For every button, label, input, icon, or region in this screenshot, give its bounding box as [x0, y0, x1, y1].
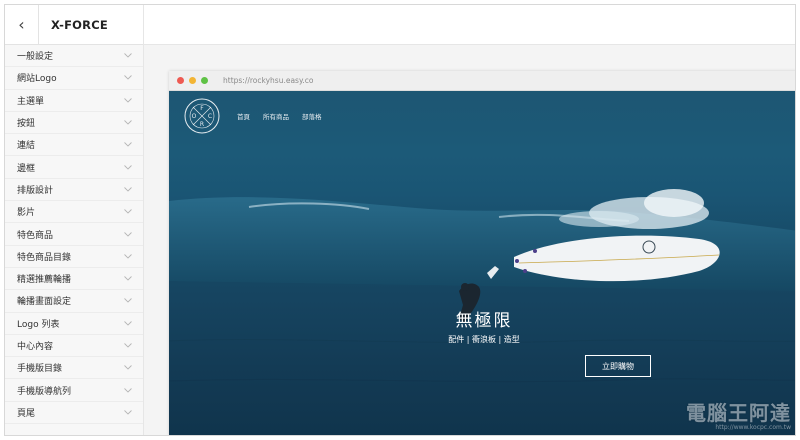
sidebar-item[interactable]: 邊框	[5, 156, 143, 179]
sidebar-item-label: 網站Logo	[17, 74, 57, 85]
nav-link-all-products[interactable]: 所有商品	[263, 111, 289, 121]
app-window: ‹ X-FORCE 一般設定網站Logo 主選單按鈕連結邊框排版設計影片特色商品特…	[4, 4, 796, 436]
site-navigation: F O C R 首頁 所有商品 部落格	[183, 97, 335, 135]
sidebar-item-label: 中心內容	[17, 342, 54, 352]
sidebar-item[interactable]: 按鈕	[5, 112, 143, 135]
chevron-down-icon	[123, 73, 133, 83]
sidebar-item-label: 特色商品	[17, 230, 54, 241]
chevron-down-icon	[123, 385, 133, 395]
sidebar-item-label: 一般設定	[17, 52, 54, 63]
sidebar-item[interactable]: 輪播畫面設定	[5, 290, 143, 313]
brand-logo-icon[interactable]: F O C R	[183, 97, 221, 135]
chevron-down-icon	[123, 296, 133, 306]
sidebar-item-label: 排版設計	[17, 185, 54, 196]
sidebar-item-label: 按鈕	[17, 119, 36, 130]
sidebar-item[interactable]: 排版設計	[5, 179, 143, 202]
svg-text:F: F	[200, 105, 204, 112]
hero-title: 無極限	[455, 311, 513, 331]
chevron-down-icon	[123, 274, 133, 284]
watermark-url: http://www.kocpc.com.tw	[715, 424, 791, 431]
chevron-down-icon	[123, 318, 133, 328]
sidebar-item-label: 連結	[17, 141, 36, 152]
site-preview: F O C R 首頁 所有商品 部落格 無極限 配件 | 衝浪板 | 造型 立即…	[169, 91, 795, 435]
chevron-down-icon	[123, 118, 133, 128]
sidebar-item-label: 特色商品目錄	[17, 252, 72, 263]
minimize-dot-icon	[189, 77, 196, 84]
theme-title: X-FORCE	[51, 17, 108, 32]
sidebar-item-label: 邊框	[17, 163, 36, 174]
sidebar-item[interactable]: 網站Logo	[5, 67, 143, 90]
settings-sidebar: ‹ X-FORCE 一般設定網站Logo 主選單按鈕連結邊框排版設計影片特色商品特…	[5, 5, 144, 435]
sidebar-item[interactable]: 頁尾	[5, 402, 143, 425]
sidebar-item-label: 手機版目錄	[17, 364, 63, 375]
sidebar-item[interactable]: 中心內容	[5, 335, 143, 358]
sidebar-item-label: 手機版導航列	[17, 386, 72, 397]
nav-link-home[interactable]: 首頁	[237, 111, 250, 121]
sidebar-item-label: 精選推薦輪播	[17, 275, 72, 286]
ocean-background-image	[169, 189, 795, 383]
chevron-down-icon	[123, 229, 133, 239]
chevron-down-icon	[123, 363, 133, 373]
sidebar-item[interactable]: 特色商品	[5, 223, 143, 246]
settings-menu: 一般設定網站Logo 主選單按鈕連結邊框排版設計影片特色商品特色商品目錄 精選推薦輪…	[5, 45, 143, 425]
sidebar-item-label: 主選單	[17, 96, 45, 107]
sidebar-item[interactable]: 特色商品目錄	[5, 246, 143, 268]
preview-area: https://rockyhsu.easy.co F O C R 首頁 所有商品…	[144, 5, 795, 435]
preview-topbar	[144, 5, 795, 45]
chevron-down-icon	[123, 51, 133, 61]
sidebar-item[interactable]: 手機版目錄	[5, 357, 143, 380]
svg-text:R: R	[200, 121, 204, 128]
chevron-down-icon	[123, 407, 133, 417]
svg-text:C: C	[208, 113, 212, 120]
watermark: 電腦王阿達 http://www.kocpc.com.tw	[686, 397, 791, 431]
chevron-down-icon	[123, 162, 133, 172]
close-dot-icon	[177, 77, 184, 84]
chevron-down-icon	[123, 184, 133, 194]
chevron-down-icon	[123, 207, 133, 217]
chevron-left-icon: ‹	[18, 15, 25, 34]
sidebar-item[interactable]: 連結	[5, 134, 143, 157]
url-text[interactable]: https://rockyhsu.easy.co	[223, 76, 313, 85]
nav-link-blog[interactable]: 部落格	[302, 111, 322, 121]
sidebar-item[interactable]: 手機版導航列	[5, 379, 143, 402]
sidebar-header: ‹ X-FORCE	[5, 5, 143, 45]
watermark-text: 電腦王阿達	[686, 401, 791, 425]
nav-links: 首頁 所有商品 部落格	[237, 111, 335, 121]
chevron-down-icon	[123, 95, 133, 105]
back-button[interactable]: ‹	[5, 5, 39, 45]
maximize-dot-icon	[201, 77, 208, 84]
sidebar-item-label: 輪播畫面設定	[17, 297, 72, 308]
shop-now-button[interactable]: 立即購物	[585, 355, 651, 377]
chevron-down-icon	[123, 341, 133, 351]
sidebar-item-label: 影片	[17, 208, 36, 219]
browser-mockup: https://rockyhsu.easy.co F O C R 首頁 所有商品…	[169, 71, 795, 435]
sidebar-item[interactable]: 影片	[5, 201, 143, 224]
hero-subtitle: 配件 | 衝浪板 | 造型	[448, 335, 520, 344]
chevron-down-icon	[123, 140, 133, 150]
sidebar-item[interactable]: 一般設定	[5, 45, 143, 68]
sidebar-item[interactable]: 主選單	[5, 90, 143, 112]
svg-text:O: O	[192, 113, 197, 120]
sidebar-item[interactable]: 精選推薦輪播	[5, 268, 143, 291]
chevron-down-icon	[123, 251, 133, 261]
sidebar-item[interactable]: Logo 列表	[5, 313, 143, 335]
sidebar-item-label: Logo 列表	[17, 319, 60, 330]
sidebar-item-label: 頁尾	[17, 408, 36, 419]
browser-toolbar: https://rockyhsu.easy.co	[169, 71, 795, 91]
